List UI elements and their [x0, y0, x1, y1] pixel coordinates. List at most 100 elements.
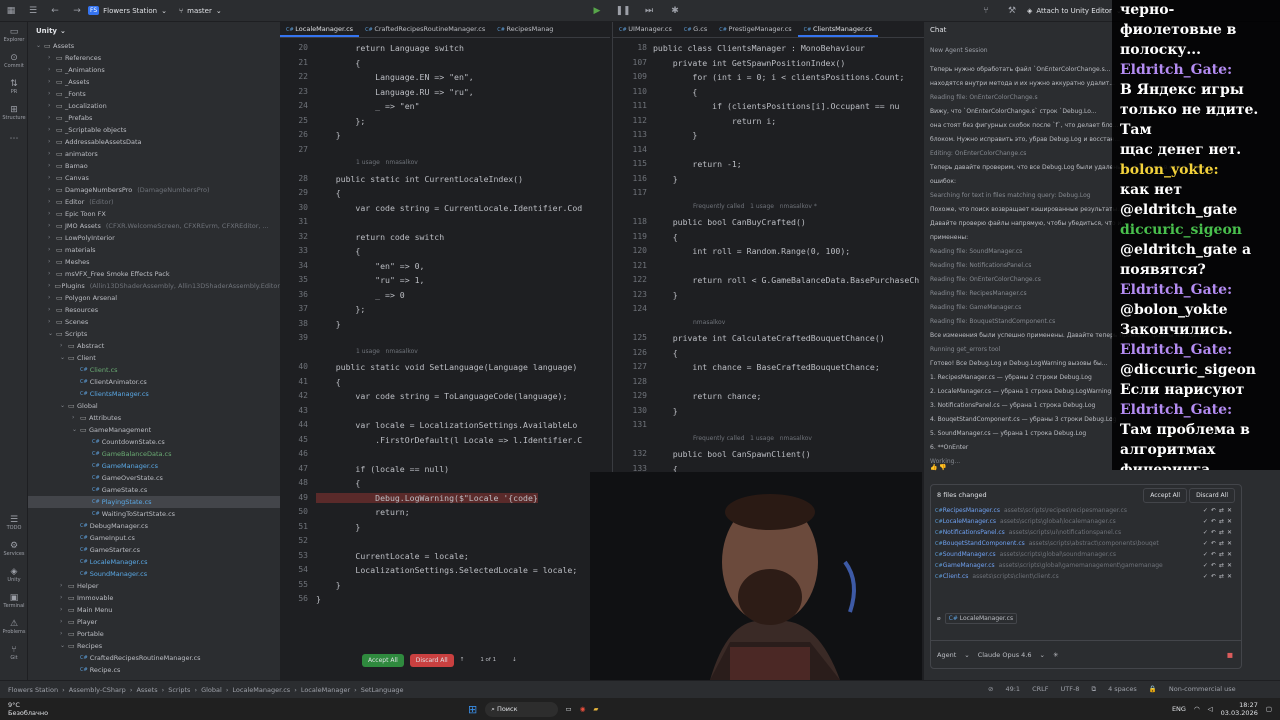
tree-arrow-icon[interactable]: ⌄ [36, 40, 44, 52]
changed-file-row[interactable]: C# LocaleManager.cs assets\scripts\global… [931, 516, 1241, 527]
tree-arrow-icon[interactable]: › [60, 580, 68, 592]
tree-arrow-icon[interactable]: › [48, 160, 56, 172]
tree-item[interactable]: › ▭ Helper [28, 580, 280, 592]
breadcrumb-item[interactable]: Global [197, 686, 226, 694]
tree-item[interactable]: C# SoundManager.cs [28, 568, 280, 580]
close-icon[interactable]: ✕ [1227, 518, 1235, 525]
more-tools[interactable]: ⋯ [0, 126, 28, 152]
tree-arrow-icon[interactable]: › [48, 232, 56, 244]
unity-tool[interactable]: ◈ Unity [0, 562, 28, 588]
hammer-icon[interactable]: ⚒ [1005, 4, 1019, 18]
model-select[interactable]: Claude Opus 4.6 [978, 651, 1032, 659]
check-icon[interactable]: ✓ [1203, 573, 1211, 580]
diff-icon[interactable]: ⇄ [1219, 540, 1227, 547]
check-icon[interactable]: ✓ [1203, 540, 1211, 547]
menu-icon[interactable]: ☰ [26, 4, 40, 18]
settings-icon[interactable]: ✳ [1053, 651, 1058, 659]
task-view-icon[interactable]: ▭ [566, 705, 572, 713]
tree-arrow-icon[interactable]: › [48, 316, 56, 328]
check-icon[interactable]: ✓ [1203, 518, 1211, 525]
tree-item[interactable]: › ▭ Resources [28, 304, 280, 316]
terminal-tool[interactable]: ▣ Terminal [0, 588, 28, 614]
close-icon[interactable]: ✕ [1227, 507, 1235, 514]
no-issues-icon[interactable]: ⊘ [988, 685, 993, 694]
editor-tab[interactable]: C# RecipesManag [491, 22, 559, 37]
breadcrumb-item[interactable]: Assets [132, 686, 161, 694]
discard-all-button[interactable]: Discard All [409, 653, 454, 667]
tree-item[interactable]: C# GameInput.cs [28, 532, 280, 544]
tree-arrow-icon[interactable]: › [48, 244, 56, 256]
weather-widget[interactable]: 9°C Безоблачно [8, 701, 48, 717]
commit-tool[interactable]: ⊙ Commit [0, 48, 28, 74]
tree-item[interactable]: C# WaitingToStartState.cs [28, 508, 280, 520]
breadcrumb-item[interactable]: LocaleManager.cs [228, 686, 294, 694]
accept-all-button[interactable]: Accept All [362, 653, 404, 667]
undo-icon[interactable]: ↶ [1211, 529, 1219, 536]
changed-file-name[interactable]: RecipesManager.cs [943, 507, 1000, 514]
tree-arrow-icon[interactable]: › [60, 628, 68, 640]
changed-file-row[interactable]: C# NotificationsPanel.cs assets\scripts\u… [931, 527, 1241, 538]
breadcrumb-item[interactable]: Scripts [164, 686, 194, 694]
tree-item[interactable]: › ▭ AddressableAssetsData [28, 136, 280, 148]
attached-file-chip[interactable]: C# LocaleManager.cs [944, 613, 1018, 624]
tree-item[interactable]: ⌄ ▭ GameManagement [28, 424, 280, 436]
diff-icon[interactable]: ⇄ [1219, 518, 1227, 525]
tree-item[interactable]: › ▭ msVFX_Free Smoke Effects Pack [28, 268, 280, 280]
changed-file-name[interactable]: LocaleManager.cs [943, 518, 996, 525]
windows-logo-icon[interactable]: ▦ [4, 4, 18, 18]
tree-item[interactable]: › ▭ Editor (Editor) [28, 196, 280, 208]
editor-tab[interactable]: C# LocaleManager.cs [280, 22, 360, 37]
diff-icon[interactable]: ⇄ [1219, 529, 1227, 536]
tree-arrow-icon[interactable]: › [48, 220, 56, 232]
diff-icon[interactable]: ⇄ [1219, 573, 1227, 580]
vcs-icon[interactable]: ⑂ [979, 4, 993, 18]
tree-item[interactable]: › ▭ Main Menu [28, 604, 280, 616]
changed-file-row[interactable]: C# BouqetStandComponent.cs assets\scripts… [931, 538, 1241, 549]
tree-item[interactable]: › ▭ Epic Toon FX [28, 208, 280, 220]
services-tool[interactable]: ⚙ Services [0, 536, 28, 562]
tree-item[interactable]: › ▭ Abstract [28, 340, 280, 352]
tree-arrow-icon[interactable]: › [48, 208, 56, 220]
editor-tab[interactable]: C# UIManager.cs [613, 22, 678, 37]
agent-mode-select[interactable]: Agent [937, 651, 956, 659]
language-indicator[interactable]: ENG [1172, 705, 1186, 713]
tree-item[interactable]: C# PlayingState.cs [28, 496, 280, 508]
problems-tool[interactable]: ⚠ Problems [0, 614, 28, 640]
tree-item[interactable]: › ▭ Immovable [28, 592, 280, 604]
tree-item[interactable]: C# CraftedRecipesRoutineManager.cs [28, 652, 280, 664]
tree-item[interactable]: › ▭ _Prefabs [28, 112, 280, 124]
branch-selector[interactable]: ⑂ master ⌄ [179, 7, 222, 15]
tree-arrow-icon[interactable]: › [48, 172, 56, 184]
tree-item[interactable]: › ▭ _Assets [28, 76, 280, 88]
tree-arrow-icon[interactable]: › [48, 196, 56, 208]
step-icon[interactable]: ⏭ [642, 4, 656, 18]
tree-item[interactable]: ⌄ ▭ Recipes [28, 640, 280, 652]
tree-arrow-icon[interactable]: › [60, 616, 68, 628]
tree-item[interactable]: › ▭ _Animations [28, 64, 280, 76]
tree-arrow-icon[interactable]: › [48, 124, 56, 136]
debug-icon[interactable]: ✱ [668, 4, 682, 18]
breadcrumb-item[interactable]: Flowers Station [4, 686, 62, 694]
tree-arrow-icon[interactable]: › [60, 592, 68, 604]
tree-item[interactable]: › ▭ References [28, 52, 280, 64]
tree-item[interactable]: › ▭ Canvas [28, 172, 280, 184]
tree-item[interactable]: › ▭ LowPolyInterior [28, 232, 280, 244]
tree-arrow-icon[interactable]: ⌄ [60, 640, 68, 652]
volume-icon[interactable]: ◁ [1208, 705, 1213, 713]
pause-icon[interactable]: ❚❚ [615, 4, 630, 18]
editor-tab[interactable]: C# G.cs [678, 22, 713, 37]
tree-item[interactable]: › ▭ Bamao [28, 160, 280, 172]
tree-arrow-icon[interactable]: › [48, 88, 56, 100]
diff-icon[interactable]: ⇄ [1219, 551, 1227, 558]
changed-file-row[interactable]: C# RecipesManager.cs assets\scripts\recip… [931, 505, 1241, 516]
undo-icon[interactable]: ↶ [1211, 573, 1219, 580]
tree-arrow-icon[interactable]: › [60, 604, 68, 616]
tree-item[interactable]: › ▭ DamageNumbersPro (DamageNumbersPro) [28, 184, 280, 196]
tree-item[interactable]: › ▭ materials [28, 244, 280, 256]
check-icon[interactable]: ✓ [1203, 529, 1211, 536]
explorer-tool[interactable]: ▭ Explorer [0, 22, 28, 48]
tree-arrow-icon[interactable]: ⌄ [60, 352, 68, 364]
tree-item[interactable]: › ▭ Scenes [28, 316, 280, 328]
tree-arrow-icon[interactable]: › [48, 64, 56, 76]
close-icon[interactable]: ✕ [1227, 540, 1235, 547]
